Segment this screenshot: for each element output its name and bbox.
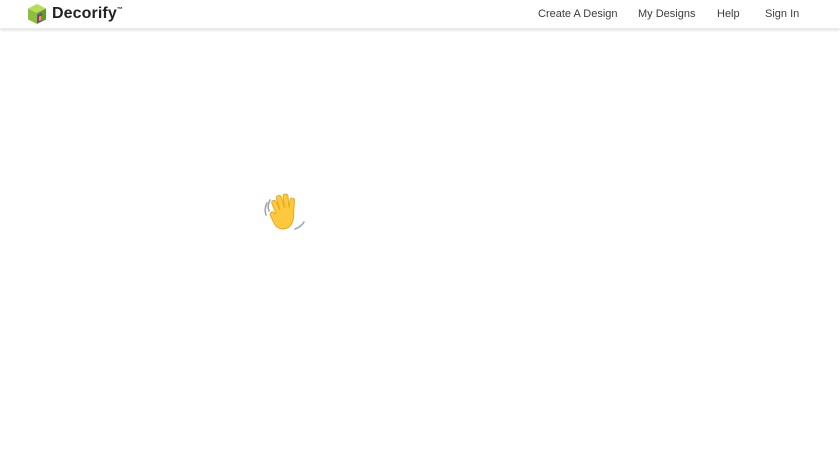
- cube-logo-icon: [26, 3, 48, 25]
- nav-create-a-design[interactable]: Create A Design: [538, 0, 618, 29]
- top-navigation-bar: Decorify™ Create A Design My Designs Hel…: [0, 0, 840, 29]
- waving-hand-icon: [262, 189, 308, 235]
- nav-help[interactable]: Help: [717, 0, 740, 29]
- nav-sign-in[interactable]: Sign In: [765, 0, 799, 29]
- trademark-symbol: ™: [116, 7, 123, 13]
- decorify-logo[interactable]: Decorify™: [26, 3, 123, 25]
- logo-text: Decorify™: [52, 5, 123, 22]
- nav-my-designs[interactable]: My Designs: [638, 0, 695, 29]
